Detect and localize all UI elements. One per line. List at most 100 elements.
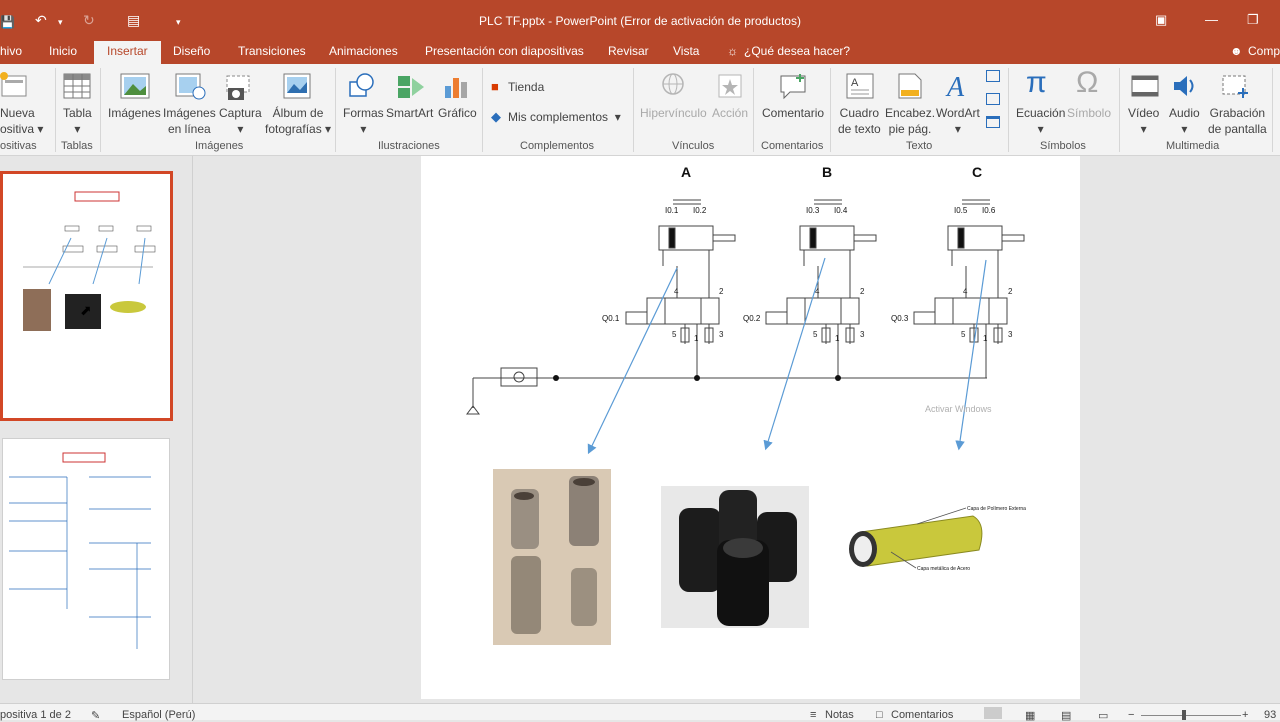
audio-button[interactable]: Audio ▾ [1169,105,1200,137]
notes-button[interactable]: Notas [825,709,854,721]
activation-watermark: Activar Windows [925,404,992,414]
cylinder-label-a: A [681,164,691,180]
port-label: 3 [860,330,865,339]
title-bar: 💾 ↶ ▾ ↻ ▤ ▾ PLC TF.pptx - PowerPoint (Er… [0,0,1280,41]
spellcheck-icon[interactable]: ✎ [91,709,100,722]
share-button[interactable]: Comp [1248,44,1280,58]
slide-thumbnails-panel[interactable]: ⬈ [0,156,193,703]
group-separator [482,68,483,152]
port-label: 2 [860,287,865,296]
tab-revisar[interactable]: Revisar [608,44,649,58]
group-label: Tablas [61,140,93,152]
group-separator [753,68,754,152]
table-button[interactable]: Tabla ▾ [63,105,92,137]
tab-insertar[interactable]: Insertar [94,41,161,65]
zoom-out-icon[interactable]: − [1128,709,1134,721]
action-icon [718,74,742,98]
hyperlink-icon [662,73,684,95]
port-label: 4 [674,287,679,296]
svg-text:A: A [851,77,859,89]
photo-album-icon [283,73,311,99]
textbox-icon: A [846,73,874,99]
shapes-button[interactable]: Formas ▾ [343,105,384,137]
hyperlink-button[interactable]: Hipervínculo [640,105,707,121]
zoom-in-icon[interactable]: + [1242,709,1248,721]
online-images-button[interactable]: Imágenes en línea [163,105,216,137]
comments-icon[interactable]: □ [876,709,883,721]
tube-label-outer: Capa de Polímero Externa [967,506,1026,512]
zoom-slider-handle[interactable] [1182,710,1186,720]
textbox-button[interactable]: Cuadro de texto [838,105,881,137]
group-label: Texto [906,140,933,152]
slideshow-view-icon[interactable]: ▭ [1098,709,1108,722]
tab-inicio[interactable]: Inicio [49,44,77,58]
tab-transiciones[interactable]: Transiciones [238,44,306,58]
images-button[interactable]: Imágenes [108,105,161,121]
ribbon-display-options-icon[interactable]: ▣ [1155,12,1167,28]
slide-counter[interactable]: positiva 1 de 2 [0,709,71,721]
comment-button[interactable]: Comentario [762,105,824,121]
header-footer-button[interactable]: Encabez. pie pág. [885,105,935,137]
my-addins-button[interactable]: Mis complementos ▾ [508,109,621,125]
shapes-icon [349,73,374,97]
object-icon[interactable] [986,116,1000,128]
date-time-icon[interactable] [986,70,1000,82]
tab-animaciones[interactable]: Animaciones [329,44,398,58]
maximize-button[interactable]: ❐ [1247,12,1259,28]
smartart-button[interactable]: SmartArt [386,105,433,121]
slide-thumbnail-1[interactable] [0,171,173,421]
notes-icon[interactable]: ≡ [810,709,816,721]
new-slide-button[interactable]: Nueva ositiva ▾ [0,105,43,137]
symbol-icon: Ω [1076,66,1099,99]
language-indicator[interactable]: Español (Perú) [122,709,195,721]
tell-me-input[interactable]: ¿Qué desea hacer? [744,44,850,58]
action-button[interactable]: Acción [712,105,748,121]
reading-view-icon[interactable]: ▤ [1061,709,1071,722]
group-separator [1119,68,1120,152]
slide-sorter-icon[interactable]: ▦ [1025,709,1035,722]
equation-button[interactable]: Ecuación ▾ [1016,105,1065,137]
sensor-label: I0.2 [693,206,707,215]
smartart-icon [398,76,424,98]
slide-thumbnail-2[interactable] [2,438,170,680]
normal-view-button[interactable] [984,707,1002,719]
slide-number-icon[interactable] [986,93,1000,105]
capture-button[interactable]: Captura ▾ [219,105,262,137]
port-label: 1 [694,334,699,343]
audio-icon [1174,76,1194,96]
chart-button[interactable]: Gráfico [438,105,477,121]
my-addins-icon: ◆ [491,109,501,124]
zoom-slider[interactable] [1141,715,1241,716]
pointer-arrows [587,257,987,455]
port-label: 5 [961,330,966,339]
tab-presentacion[interactable]: Presentación con diapositivas [425,44,584,58]
new-slide-icon [0,72,27,97]
symbol-button[interactable]: Símbolo [1067,105,1111,121]
tab-archivo[interactable]: hivo [0,44,22,58]
minimize-button[interactable]: — [1205,12,1218,27]
slide-1-preview [23,191,156,331]
wordart-button[interactable]: WordArt ▾ [936,105,980,137]
slide-canvas[interactable]: 4 2 5 1 3 4 2 5 1 3 4 2 5 1 3 A B C I0.1… [421,156,1080,699]
video-button[interactable]: Vídeo ▾ [1128,105,1159,137]
tab-vista[interactable]: Vista [673,44,699,58]
port-label: 5 [813,330,818,339]
photo-album-button[interactable]: Álbum de fotografías ▾ [265,105,331,137]
images-icon [120,73,150,99]
screen-recording-icon [1222,75,1248,98]
comments-button[interactable]: Comentarios [891,709,953,721]
cylinder-c [913,199,1025,344]
group-label: ositivas [0,140,37,152]
tab-diseno[interactable]: Diseño [173,44,210,58]
sensor-label: I0.1 [665,206,679,215]
ribbon-tabs: hivo Inicio Insertar Diseño Transiciones… [0,41,1280,65]
screen-recording-button[interactable]: Grabación de pantalla [1208,105,1267,137]
window-title: PLC TF.pptx - PowerPoint (Error de activ… [479,14,801,28]
pneumatic-diagram: 4 2 5 1 3 4 2 5 1 3 4 2 5 1 3 A B C I0.1… [466,164,1026,645]
zoom-level[interactable]: 93 [1264,709,1276,721]
share-icon[interactable]: ☻ [1230,44,1243,58]
sensor-label: I0.3 [806,206,820,215]
store-button[interactable]: Tienda [508,79,544,95]
cylinder-label-c: C [972,164,982,180]
valve-label: Q0.1 [602,314,620,323]
